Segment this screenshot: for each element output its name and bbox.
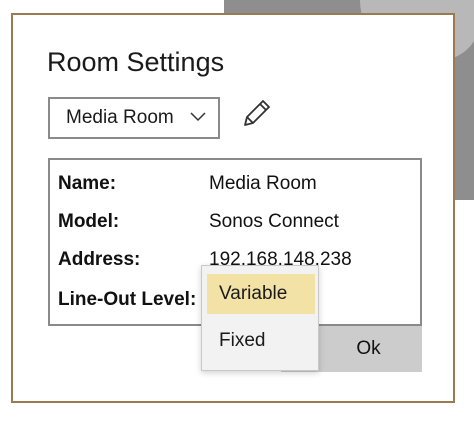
address-label: Address: (58, 249, 141, 270)
name-label: Name: (58, 173, 117, 194)
line-out-level-label: Line-Out Level: (58, 289, 197, 310)
chevron-down-icon (190, 112, 206, 122)
pencil-icon[interactable] (241, 97, 273, 129)
dialog-title: Room Settings (47, 47, 225, 77)
line-out-level-dropdown: Variable Fixed (201, 265, 319, 371)
option-variable[interactable]: Variable (207, 274, 315, 314)
name-value: Media Room (209, 173, 317, 194)
model-value: Sonos Connect (209, 211, 339, 232)
room-select-dropdown[interactable]: Media Room (48, 97, 220, 139)
room-select-value: Media Room (66, 107, 174, 128)
option-fixed[interactable]: Fixed (207, 321, 315, 361)
model-label: Model: (58, 211, 120, 232)
